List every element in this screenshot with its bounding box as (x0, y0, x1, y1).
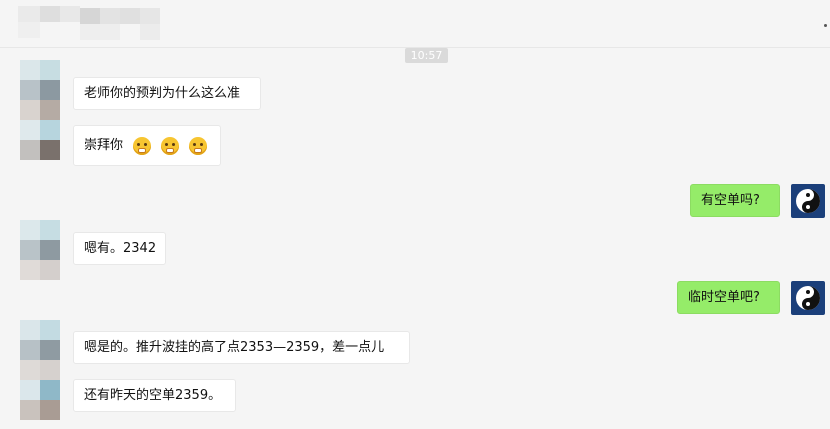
contact-avatar[interactable] (20, 120, 60, 160)
message-text: 老师你的预判为什么这么准 (84, 86, 241, 101)
message-text: 嗯有。2342 (84, 241, 157, 256)
message-text: 嗯是的。推升波挂的高了点2353—2359，差一点儿 (84, 340, 385, 355)
contact-name-blurred (18, 6, 160, 40)
worship-emoji-icon (161, 136, 180, 155)
message-text: 有空单吗? (701, 193, 760, 208)
contact-avatar[interactable] (20, 320, 60, 360)
my-avatar[interactable] (791, 281, 825, 315)
my-avatar[interactable] (791, 184, 825, 218)
chat-header (0, 0, 830, 48)
message-timestamp: 10:57 (405, 48, 448, 63)
my-message-bubble: 有空单吗? (690, 184, 780, 217)
contact-avatar[interactable] (20, 380, 60, 420)
worship-emoji-icon (133, 136, 152, 155)
message-bubble: 老师你的预判为什么这么准 (73, 77, 261, 110)
yin-yang-icon (796, 189, 820, 213)
worship-emoji-icon (189, 136, 208, 155)
my-message-bubble: 临时空单吧? (677, 281, 780, 314)
contact-avatar-part (20, 100, 60, 120)
more-icon[interactable] (824, 24, 827, 27)
contact-avatar[interactable] (20, 220, 60, 260)
message-text: 崇拜你 (84, 138, 124, 153)
message-text: 临时空单吧? (688, 290, 760, 305)
contact-avatar-part (20, 360, 60, 380)
message-text: 还有昨天的空单2359。 (84, 388, 222, 403)
contact-avatar-part (20, 260, 60, 280)
message-bubble: 嗯是的。推升波挂的高了点2353—2359，差一点儿 (73, 331, 410, 364)
contact-avatar[interactable] (20, 60, 60, 100)
message-bubble: 崇拜你 (73, 125, 221, 166)
message-bubble: 还有昨天的空单2359。 (73, 379, 236, 412)
yin-yang-icon (796, 286, 820, 310)
message-bubble: 嗯有。2342 (73, 232, 166, 265)
